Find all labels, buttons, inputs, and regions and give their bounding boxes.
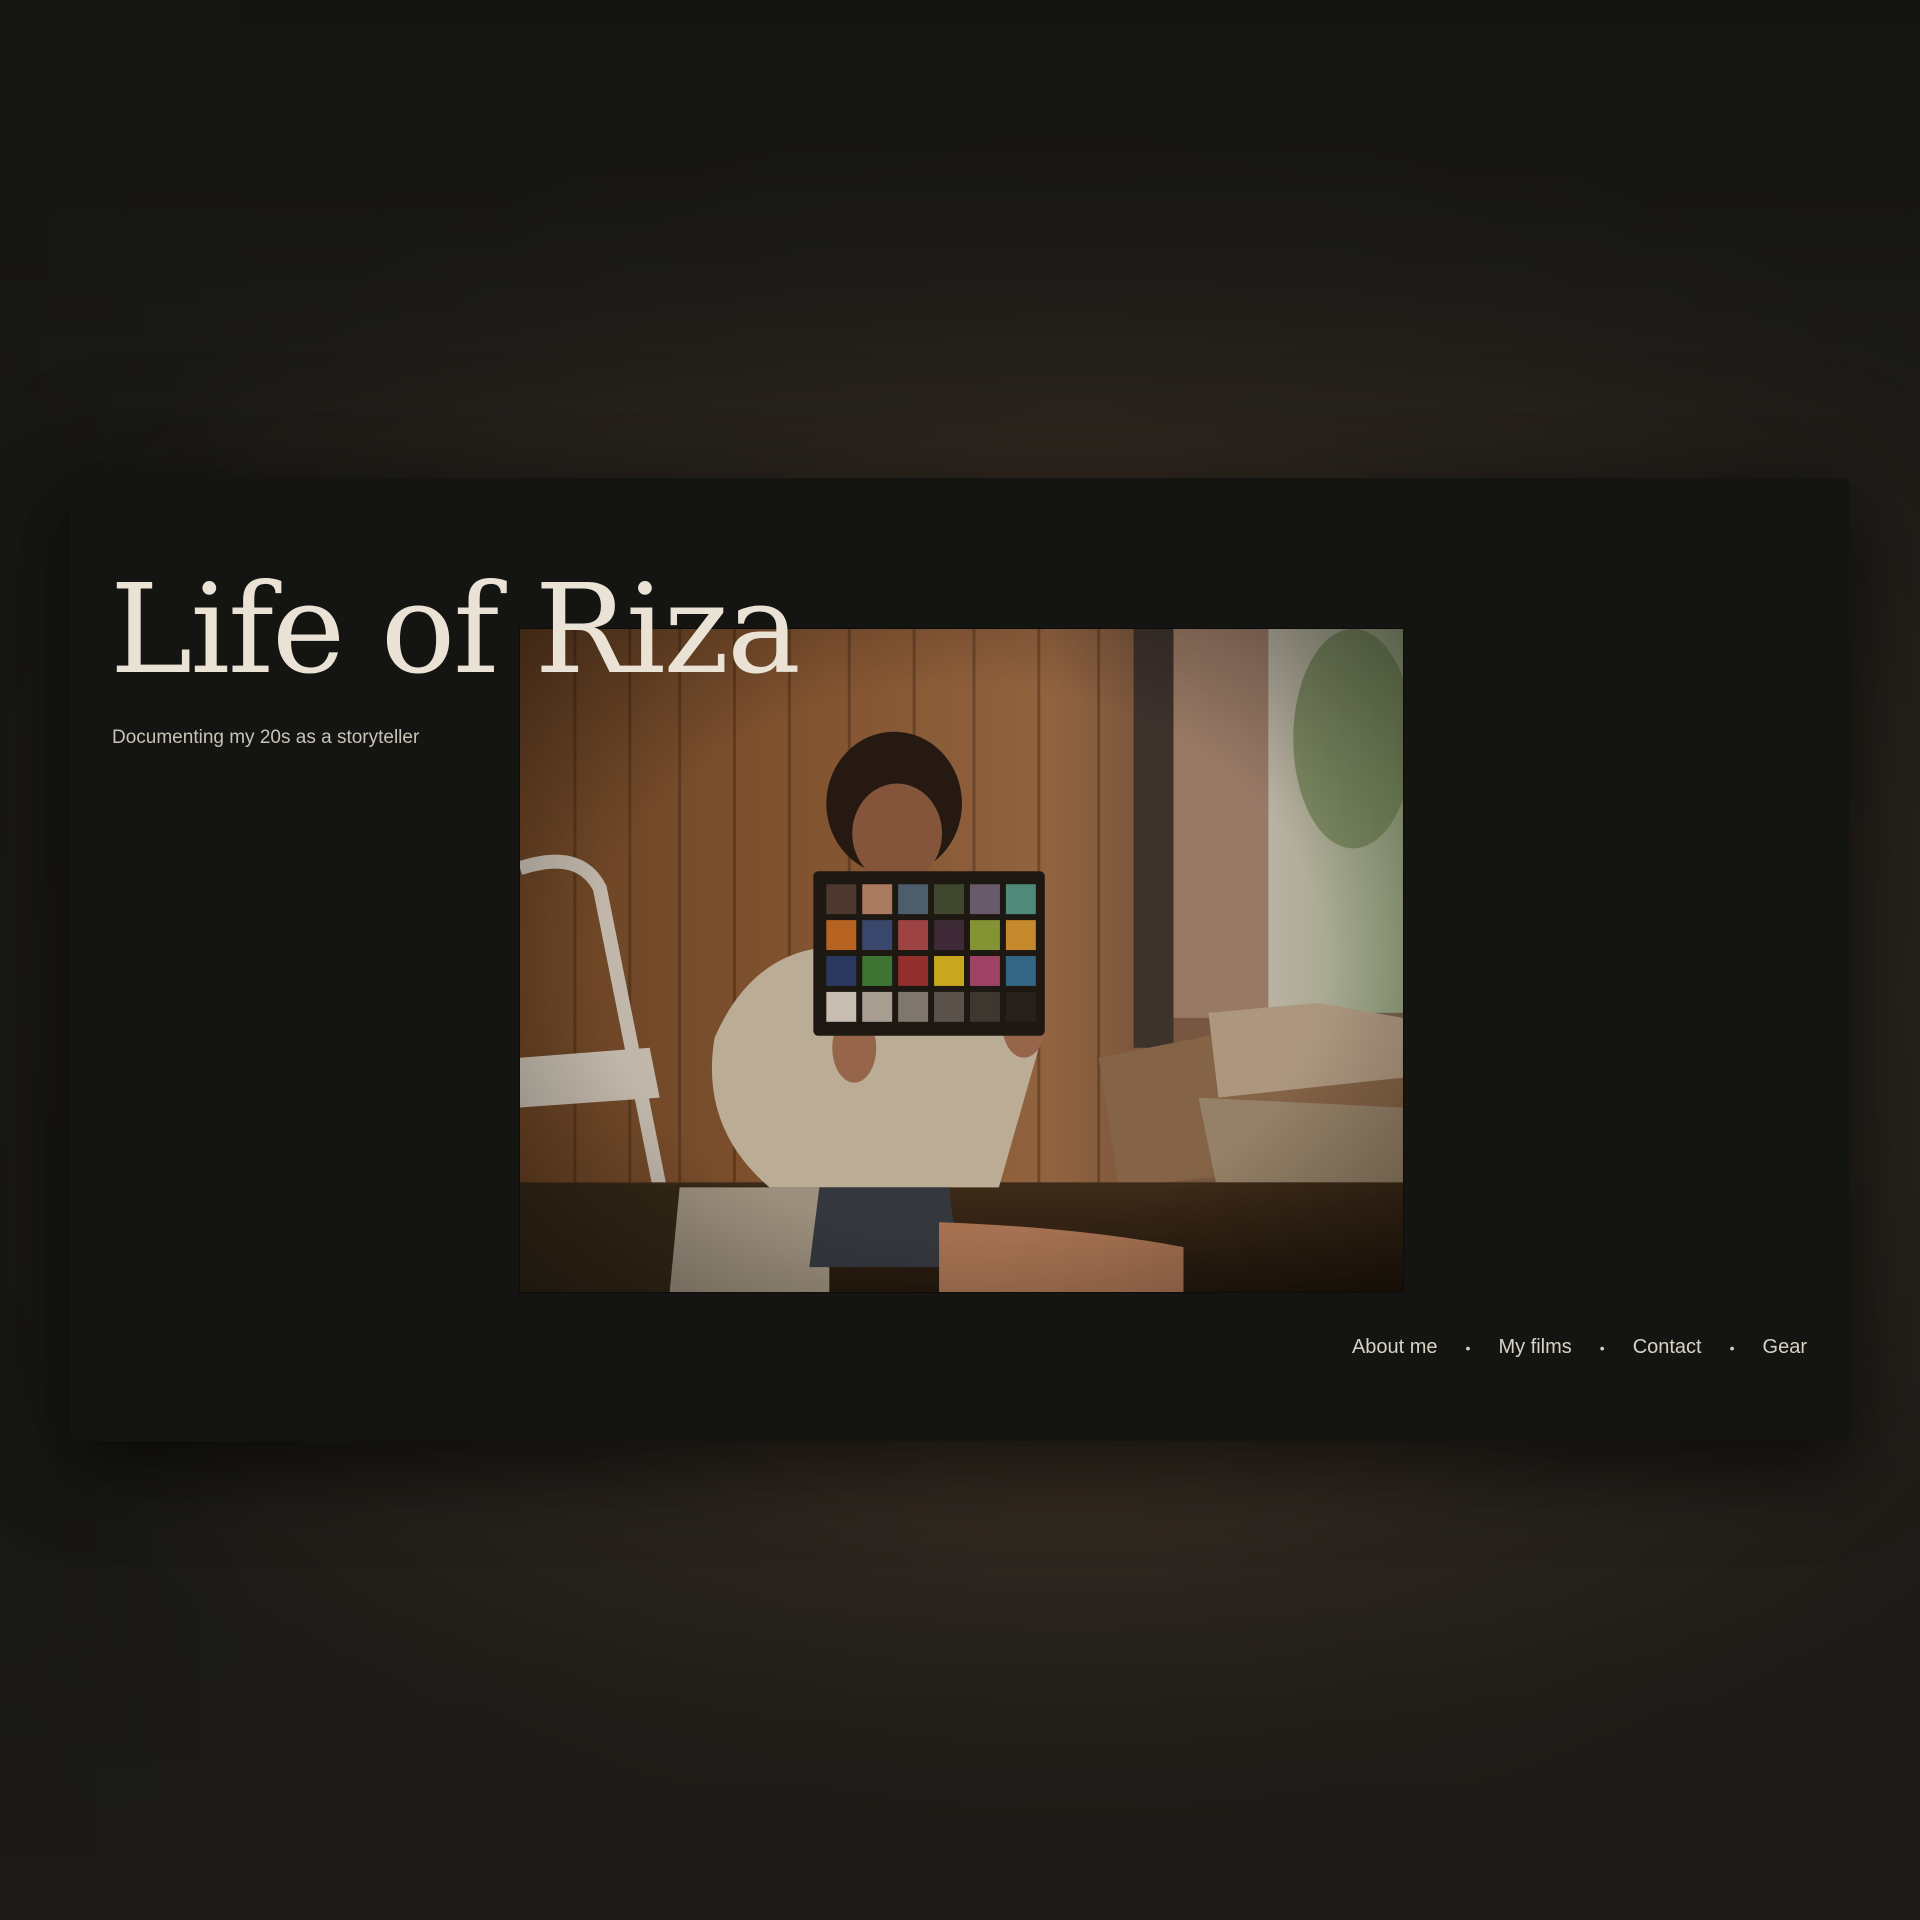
background-shade-bottom	[0, 1600, 1920, 1920]
nav-separator: •	[1599, 1339, 1605, 1356]
website-preview-card: Life of Riza Documenting my 20s as a sto…	[70, 478, 1850, 1441]
nav-separator: •	[1729, 1339, 1735, 1356]
nav-link-my-films[interactable]: My films	[1498, 1336, 1571, 1359]
site-subtitle: Documenting my 20s as a storyteller	[112, 727, 420, 748]
background-shade-top	[0, 0, 1920, 420]
footer-nav: About me • My films • Contact • Gear	[1352, 1336, 1807, 1359]
hero-photo	[519, 628, 1404, 1293]
nav-link-contact[interactable]: Contact	[1633, 1336, 1702, 1359]
nav-separator: •	[1465, 1339, 1471, 1356]
nav-link-about-me[interactable]: About me	[1352, 1336, 1438, 1359]
site-title: Life of Riza	[110, 558, 801, 702]
hero-photo-illustration	[520, 629, 1403, 1292]
nav-link-gear[interactable]: Gear	[1763, 1336, 1807, 1359]
